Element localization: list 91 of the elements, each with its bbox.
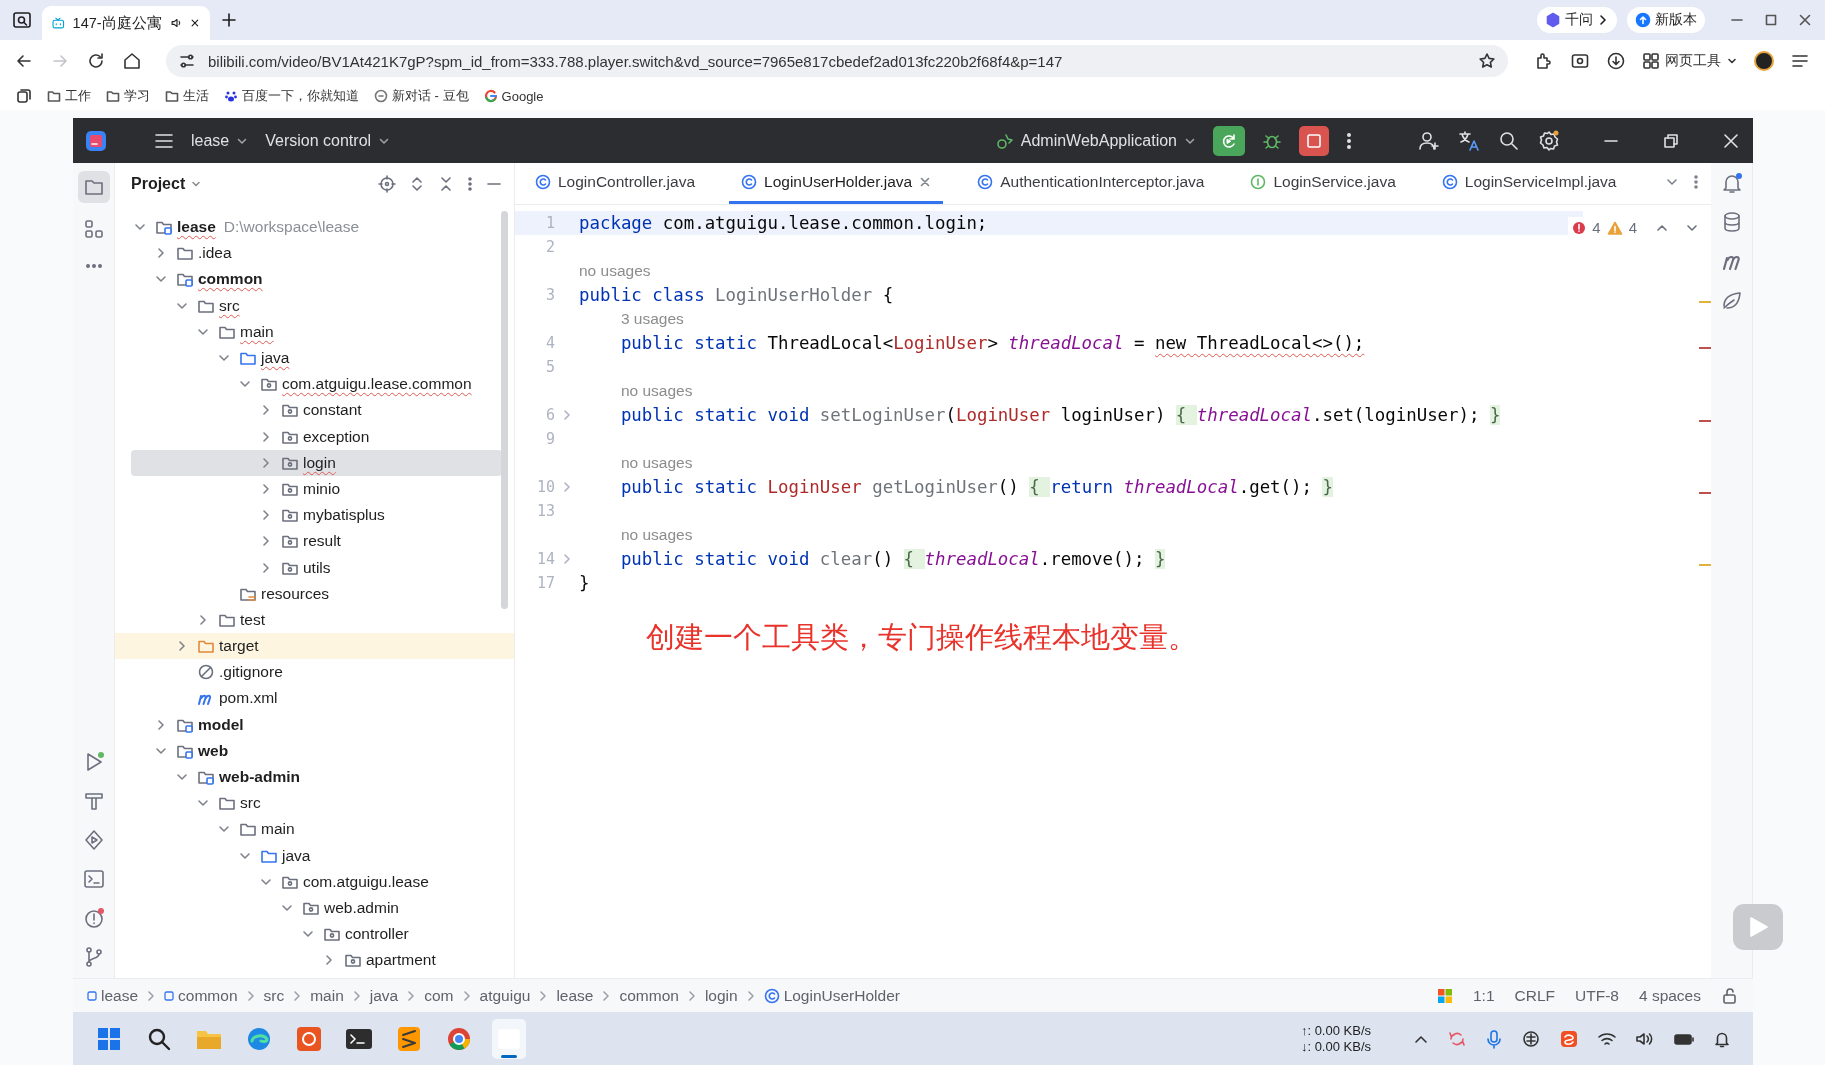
line-number: 5	[544, 358, 555, 376]
tree-item[interactable]: utils	[115, 554, 514, 581]
line-number: 14	[535, 550, 555, 568]
breadcrumb[interactable]: src	[263, 986, 285, 1005]
tree-item[interactable]: result	[115, 528, 514, 555]
usage-hint[interactable]: 3 usages	[620, 310, 684, 328]
bookmark[interactable]: 学习	[106, 87, 150, 105]
tree-item[interactable]: pom.xml	[115, 685, 514, 712]
bookmark[interactable]: Google	[483, 88, 544, 104]
tree-item[interactable]: java	[115, 842, 514, 869]
line-number: 6	[544, 406, 555, 424]
code-line: }	[579, 573, 590, 593]
line-separator[interactable]: CRLF	[1514, 986, 1556, 1005]
breadcrumb[interactable]: lease	[87, 986, 139, 1005]
usage-hint[interactable]: no usages	[620, 382, 693, 400]
upload-speed: ↑: 0.00 KB/s	[1300, 1022, 1371, 1039]
breadcrumb[interactable]: lease	[556, 986, 594, 1005]
breadcrumb[interactable]: java	[369, 986, 399, 1005]
code-line: public static void clear() { threadLocal.remove(); }	[620, 549, 1166, 569]
browser-tab[interactable]: 147-尚庭公寓	[42, 6, 210, 40]
tree-item[interactable]: model	[115, 711, 514, 738]
editor-tab[interactable]: AuthenticationInterceptor.java	[965, 163, 1217, 204]
line-number: 13	[535, 502, 555, 520]
tree-item[interactable]: web-admin	[115, 763, 514, 791]
warning-count[interactable]: 4	[1628, 219, 1637, 236]
line-number: 4	[544, 334, 555, 352]
vcs-dropdown[interactable]: Version control	[265, 131, 392, 150]
tree-item[interactable]: web.admin	[115, 894, 514, 922]
tree-item[interactable]: com.atguigu.lease.common	[115, 371, 514, 398]
web-tools-button[interactable]: 网页工具	[1642, 52, 1738, 70]
tree-item[interactable]: src	[115, 790, 514, 817]
usage-hint[interactable]: no usages	[620, 454, 693, 472]
project-switcher[interactable]: lease	[191, 131, 250, 150]
tree-item[interactable]: controller	[115, 921, 514, 948]
code-line: public class LoginUserHolder {	[579, 285, 894, 305]
usage-hint[interactable]: no usages	[620, 526, 693, 544]
breadcrumb[interactable]: login	[704, 986, 738, 1005]
line-number: 9	[544, 430, 555, 448]
breadcrumb[interactable]: common	[164, 986, 238, 1005]
tree-item[interactable]: constant	[115, 397, 514, 424]
tree-item[interactable]: exception	[115, 423, 514, 450]
indent-setting[interactable]: 4 spaces	[1638, 986, 1701, 1005]
tree-item[interactable]: target	[115, 633, 514, 660]
code-line: public static LoginUser getLoginUser() { return threadLocal.get(); }	[620, 477, 1333, 497]
error-count[interactable]: 4	[1592, 219, 1601, 236]
tree-item[interactable]: src	[115, 292, 514, 319]
tree-item[interactable]: resources	[115, 580, 514, 607]
bookmark[interactable]: 百度一下，你就知道	[224, 87, 359, 105]
run-config-dropdown[interactable]: AdminWebApplication	[994, 130, 1197, 151]
line-number: 2	[544, 238, 555, 256]
tree-item[interactable]: lease D:\workspace\lease	[115, 214, 514, 241]
editor-tab[interactable]: LoginController.java	[523, 163, 707, 204]
breadcrumb[interactable]: common	[619, 986, 679, 1005]
update-button[interactable]: 新版本	[1627, 7, 1705, 33]
code-line: public static ThreadLocal<LoginUser> threadLocal = new ThreadLocal<>();	[620, 333, 1365, 353]
tree-item[interactable]: .gitignore	[115, 659, 514, 686]
usage-hint[interactable]: no usages	[579, 262, 651, 280]
breadcrumb[interactable]: main	[310, 986, 344, 1005]
tree-item[interactable]: main	[115, 816, 514, 843]
bookmark[interactable]: 工作	[47, 87, 91, 105]
tree-item[interactable]: common	[115, 266, 514, 293]
tree-item[interactable]: .idea	[115, 240, 514, 267]
breadcrumb[interactable]: LoginUserHolder	[763, 986, 900, 1005]
line-number: 3	[544, 286, 555, 304]
tree-item[interactable]: apartment	[115, 947, 514, 974]
editor-tab[interactable]: LoginUserHolder.java	[729, 163, 944, 204]
code-line: public static void setLoginUser(LoginUser loginUser) { threadLocal.set(loginUser); }	[620, 405, 1501, 425]
caret-position[interactable]: 1:1	[1473, 986, 1495, 1005]
editor-tab[interactable]: LoginServiceImpl.java	[1429, 163, 1629, 204]
tree-item[interactable]: main	[115, 318, 514, 345]
tree-item[interactable]: test	[115, 606, 514, 633]
editor-tab[interactable]: LoginService.java	[1238, 163, 1408, 204]
bookmark[interactable]: 生活	[165, 87, 209, 105]
line-number: 17	[535, 574, 555, 592]
line-number: 10	[535, 478, 555, 496]
code-line: package com.atguigu.lease.common.login;	[579, 213, 988, 233]
tree-item[interactable]: mybatisplus	[115, 502, 514, 529]
tree-item[interactable]: com.atguigu.lease	[115, 868, 514, 895]
tree-item[interactable]: java	[115, 344, 514, 372]
tree-item[interactable]: minio	[115, 475, 514, 503]
breadcrumb[interactable]: atguigu	[479, 986, 531, 1005]
line-number: 1	[544, 214, 555, 232]
tree-item[interactable]: web	[115, 737, 514, 764]
download-speed: ↓: 0.00 KB/s	[1300, 1038, 1371, 1055]
bookmark[interactable]: 新对话 - 豆包	[374, 87, 469, 105]
video-subtitle: 创建一个工具类，专门操作线程本地变量。	[646, 619, 1197, 656]
breadcrumb[interactable]: com	[424, 986, 454, 1005]
project-view-dropdown[interactable]: Project	[131, 174, 203, 193]
qianwen-button[interactable]: 千问	[1537, 7, 1617, 33]
file-encoding[interactable]: UTF-8	[1575, 986, 1619, 1005]
address-field[interactable]: bilibili.com/video/BV1At421K7gP?spm_id_from=333.788.player.switch&vd_source=7965e817cbedef2ad013fc220b2f68f4&p=147	[166, 45, 1508, 77]
